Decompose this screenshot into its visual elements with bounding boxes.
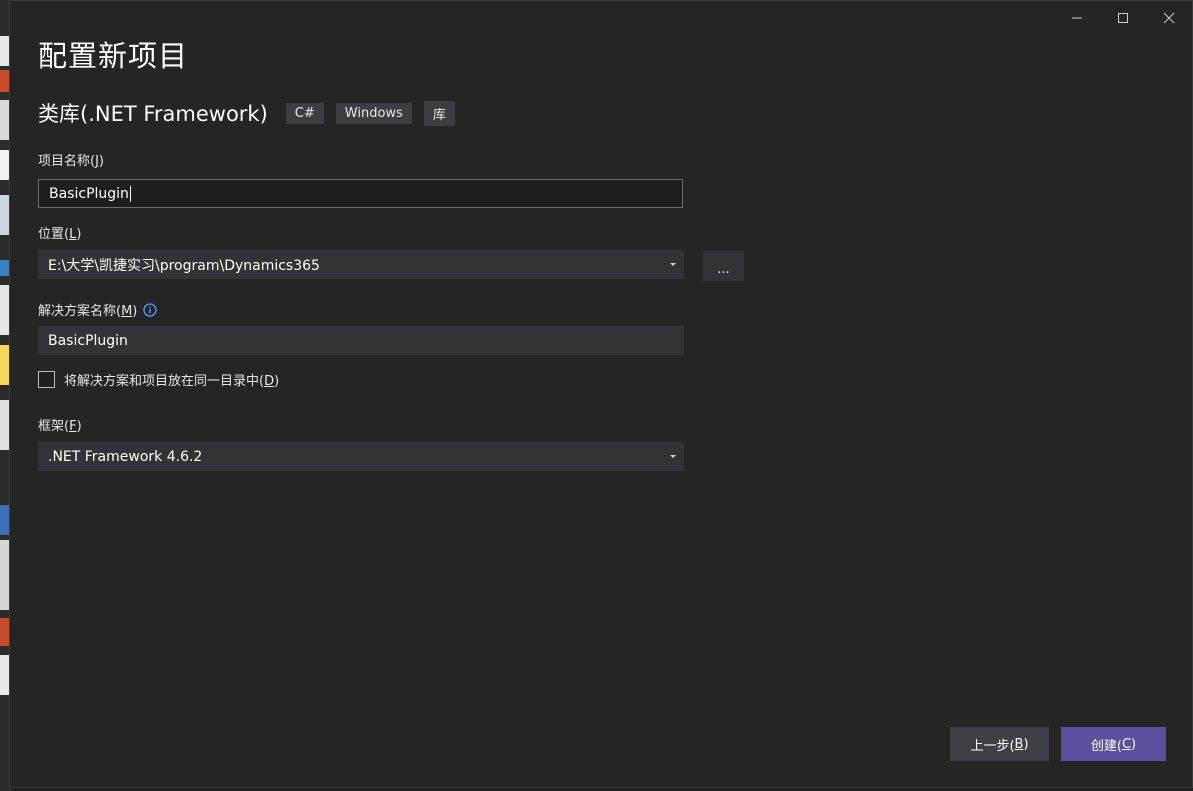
close-icon[interactable] (1146, 1, 1192, 35)
template-header: 类库(.NET Framework) C# Windows 库 (38, 98, 467, 128)
same-directory-checkbox[interactable] (38, 371, 55, 388)
project-name-label: 项目名称(J) (38, 154, 104, 169)
window-controls (1054, 1, 1192, 35)
location-label: 位置(L) (38, 227, 82, 242)
maximize-icon[interactable] (1100, 1, 1146, 35)
location-value: E:\大学\凯捷实习\program\Dynamics365 (48, 257, 320, 274)
framework-label: 框架(F) (38, 419, 82, 434)
page-title: 配置新项目 (38, 39, 189, 73)
framework-combobox[interactable]: .NET Framework 4.6.2 (38, 442, 684, 471)
template-name: 类库(.NET Framework) (38, 102, 268, 126)
tag-platform: Windows (335, 102, 412, 124)
same-directory-label: 将解决方案和项目放在同一目录中(D) (64, 374, 280, 389)
create-button[interactable]: 创建(C) (1061, 727, 1166, 761)
text-caret (129, 185, 131, 202)
project-name-value: BasicPlugin (49, 185, 129, 202)
chevron-down-icon[interactable] (670, 455, 676, 458)
solution-name-input[interactable]: BasicPlugin (38, 326, 684, 355)
tag-language: C# (285, 102, 324, 124)
project-name-input[interactable]: BasicPlugin (38, 179, 683, 208)
browse-button[interactable]: ... (703, 251, 744, 281)
solution-name-label: 解决方案名称(M) (38, 300, 158, 321)
back-button[interactable]: 上一步(B) (950, 727, 1049, 761)
chevron-down-icon[interactable] (670, 263, 676, 266)
info-icon[interactable] (143, 302, 158, 321)
framework-value: .NET Framework 4.6.2 (48, 448, 203, 465)
minimize-icon[interactable] (1054, 1, 1100, 35)
tag-project-type: 库 (423, 100, 455, 126)
location-combobox[interactable]: E:\大学\凯捷实习\program\Dynamics365 (38, 250, 684, 279)
configure-project-dialog: 配置新项目 类库(.NET Framework) C# Windows 库 项目… (9, 0, 1193, 788)
same-directory-option[interactable]: 将解决方案和项目放在同一目录中(D) (38, 370, 279, 389)
